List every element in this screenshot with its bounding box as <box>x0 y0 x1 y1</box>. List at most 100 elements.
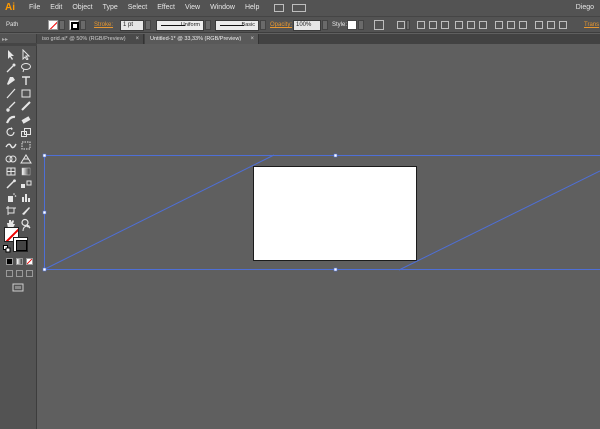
distribute-left-icon[interactable] <box>535 21 543 29</box>
scale-icon[interactable] <box>20 127 32 138</box>
align-horizontal-center-icon[interactable] <box>429 21 437 29</box>
menu-view[interactable]: View <box>180 0 205 16</box>
align-top-icon[interactable] <box>455 21 463 29</box>
panel-collapse-icon[interactable]: ▸▸ <box>2 36 8 43</box>
variable-width-profile[interactable]: Uniform <box>156 20 204 31</box>
menu-effect[interactable]: Effect <box>152 0 180 16</box>
free-transform-icon[interactable] <box>20 140 32 151</box>
handle-bottom-center[interactable] <box>333 267 338 272</box>
draw-normal-icon[interactable] <box>6 270 13 277</box>
menu-bar: Ai File Edit Object Type Select Effect V… <box>0 0 600 16</box>
align-bottom-icon[interactable] <box>479 21 487 29</box>
magic-wand-icon[interactable] <box>5 62 17 73</box>
selection-tool-icon[interactable] <box>5 49 17 60</box>
brush-dropdown-icon[interactable] <box>260 20 266 30</box>
style-label: Style: <box>332 22 348 28</box>
artboard[interactable] <box>253 166 417 261</box>
opacity-label[interactable]: Opacity: <box>270 20 292 30</box>
stroke-weight-field[interactable]: 1 pt <box>120 20 144 31</box>
default-fill-stroke-icon[interactable] <box>3 245 11 253</box>
selection-type-label: Path <box>6 22 19 28</box>
stroke-weight-dropdown-icon[interactable] <box>145 20 151 30</box>
user-name[interactable]: Diego <box>576 0 594 16</box>
handle-top-left[interactable] <box>42 153 47 158</box>
artboard-tool-icon[interactable] <box>5 205 17 216</box>
menu-select[interactable]: Select <box>123 0 152 16</box>
blend-icon[interactable] <box>20 179 32 190</box>
recolor-artwork-icon[interactable] <box>374 20 384 30</box>
stroke-dropdown-icon[interactable] <box>80 20 86 30</box>
line-segment-icon[interactable] <box>5 88 17 99</box>
align-to-dropdown-icon[interactable] <box>406 20 410 30</box>
direct-selection-tool-icon[interactable] <box>20 49 32 60</box>
profile-dropdown-icon[interactable] <box>205 20 211 30</box>
rectangle-tool-icon[interactable] <box>20 88 32 99</box>
symbol-sprayer-icon[interactable] <box>5 192 17 203</box>
menu-edit[interactable]: Edit <box>45 0 67 16</box>
column-graph-icon[interactable] <box>20 192 32 203</box>
swap-fill-stroke-icon[interactable] <box>22 225 30 233</box>
tab-label: Untitled-1* @ 33,33% (RGB/Preview) <box>150 36 242 42</box>
distribute-right-icon[interactable] <box>559 21 567 29</box>
distribute-top-icon[interactable] <box>495 21 503 29</box>
rotate-icon[interactable] <box>5 127 17 138</box>
handle-top-center[interactable] <box>333 153 338 158</box>
draw-behind-icon[interactable] <box>16 270 23 277</box>
stroke-swatch[interactable] <box>69 20 79 30</box>
close-icon[interactable]: × <box>135 34 139 44</box>
menu-window[interactable]: Window <box>205 0 240 16</box>
perspective-grid-icon[interactable] <box>20 153 32 164</box>
stroke-label[interactable]: Stroke: <box>94 20 113 30</box>
stroke-color-box[interactable] <box>13 237 28 252</box>
distribute-bottom-icon[interactable] <box>519 21 527 29</box>
arrange-documents-icon[interactable] <box>292 4 307 12</box>
close-icon[interactable]: × <box>250 34 254 44</box>
screen-mode-icon[interactable] <box>12 283 24 292</box>
distribute-horizontal-center-icon[interactable] <box>547 21 555 29</box>
selected-path-left[interactable] <box>44 154 275 270</box>
lasso-icon[interactable] <box>20 62 32 73</box>
align-left-icon[interactable] <box>417 21 425 29</box>
bridge-icon[interactable] <box>274 4 285 12</box>
fill-dropdown-icon[interactable] <box>59 20 65 30</box>
panel-header[interactable] <box>0 43 37 46</box>
blob-brush-icon[interactable] <box>5 114 17 125</box>
eraser-icon[interactable] <box>20 114 32 125</box>
mesh-icon[interactable] <box>5 166 17 177</box>
pen-tool-icon[interactable] <box>5 75 17 86</box>
selected-path-right[interactable] <box>398 170 600 271</box>
color-mode-icon[interactable] <box>6 258 13 265</box>
align-vertical-center-icon[interactable] <box>467 21 475 29</box>
gradient-mode-icon[interactable] <box>16 258 23 265</box>
transform-label[interactable]: Trans <box>584 20 599 30</box>
fill-swatch[interactable] <box>48 20 58 30</box>
tab-iso-grid[interactable]: iso grid.ai* @ 50% (RGB/Preview) × <box>37 34 144 44</box>
align-right-icon[interactable] <box>441 21 449 29</box>
graphic-style-swatch[interactable] <box>347 20 357 30</box>
distribute-vertical-center-icon[interactable] <box>507 21 515 29</box>
menu-object[interactable]: Object <box>67 0 97 16</box>
menu-file[interactable]: File <box>24 0 45 16</box>
type-tool-icon[interactable] <box>20 75 32 86</box>
align-to-icon[interactable] <box>397 21 405 29</box>
slice-icon[interactable] <box>20 205 32 216</box>
gradient-icon[interactable] <box>20 166 32 177</box>
opacity-dropdown-icon[interactable] <box>322 20 328 30</box>
none-mode-icon[interactable] <box>26 258 33 265</box>
style-dropdown-icon[interactable] <box>358 20 364 30</box>
opacity-field[interactable]: 100% <box>293 20 321 31</box>
handle-middle-left[interactable] <box>42 210 47 215</box>
brush-definition[interactable]: Basic <box>215 20 259 31</box>
menu-help[interactable]: Help <box>240 0 264 16</box>
tools-panel: ▸▸ <box>0 34 37 429</box>
handle-bottom-left[interactable] <box>42 267 47 272</box>
shape-builder-icon[interactable] <box>5 153 17 164</box>
tab-untitled-1[interactable]: Untitled-1* @ 33,33% (RGB/Preview) × <box>145 34 259 44</box>
eyedropper-icon[interactable] <box>5 179 17 190</box>
draw-inside-icon[interactable] <box>26 270 33 277</box>
menu-type[interactable]: Type <box>98 0 123 16</box>
warp-icon[interactable] <box>5 140 17 151</box>
canvas[interactable] <box>37 44 600 429</box>
pencil-icon[interactable] <box>20 101 32 112</box>
paintbrush-icon[interactable] <box>5 101 17 112</box>
